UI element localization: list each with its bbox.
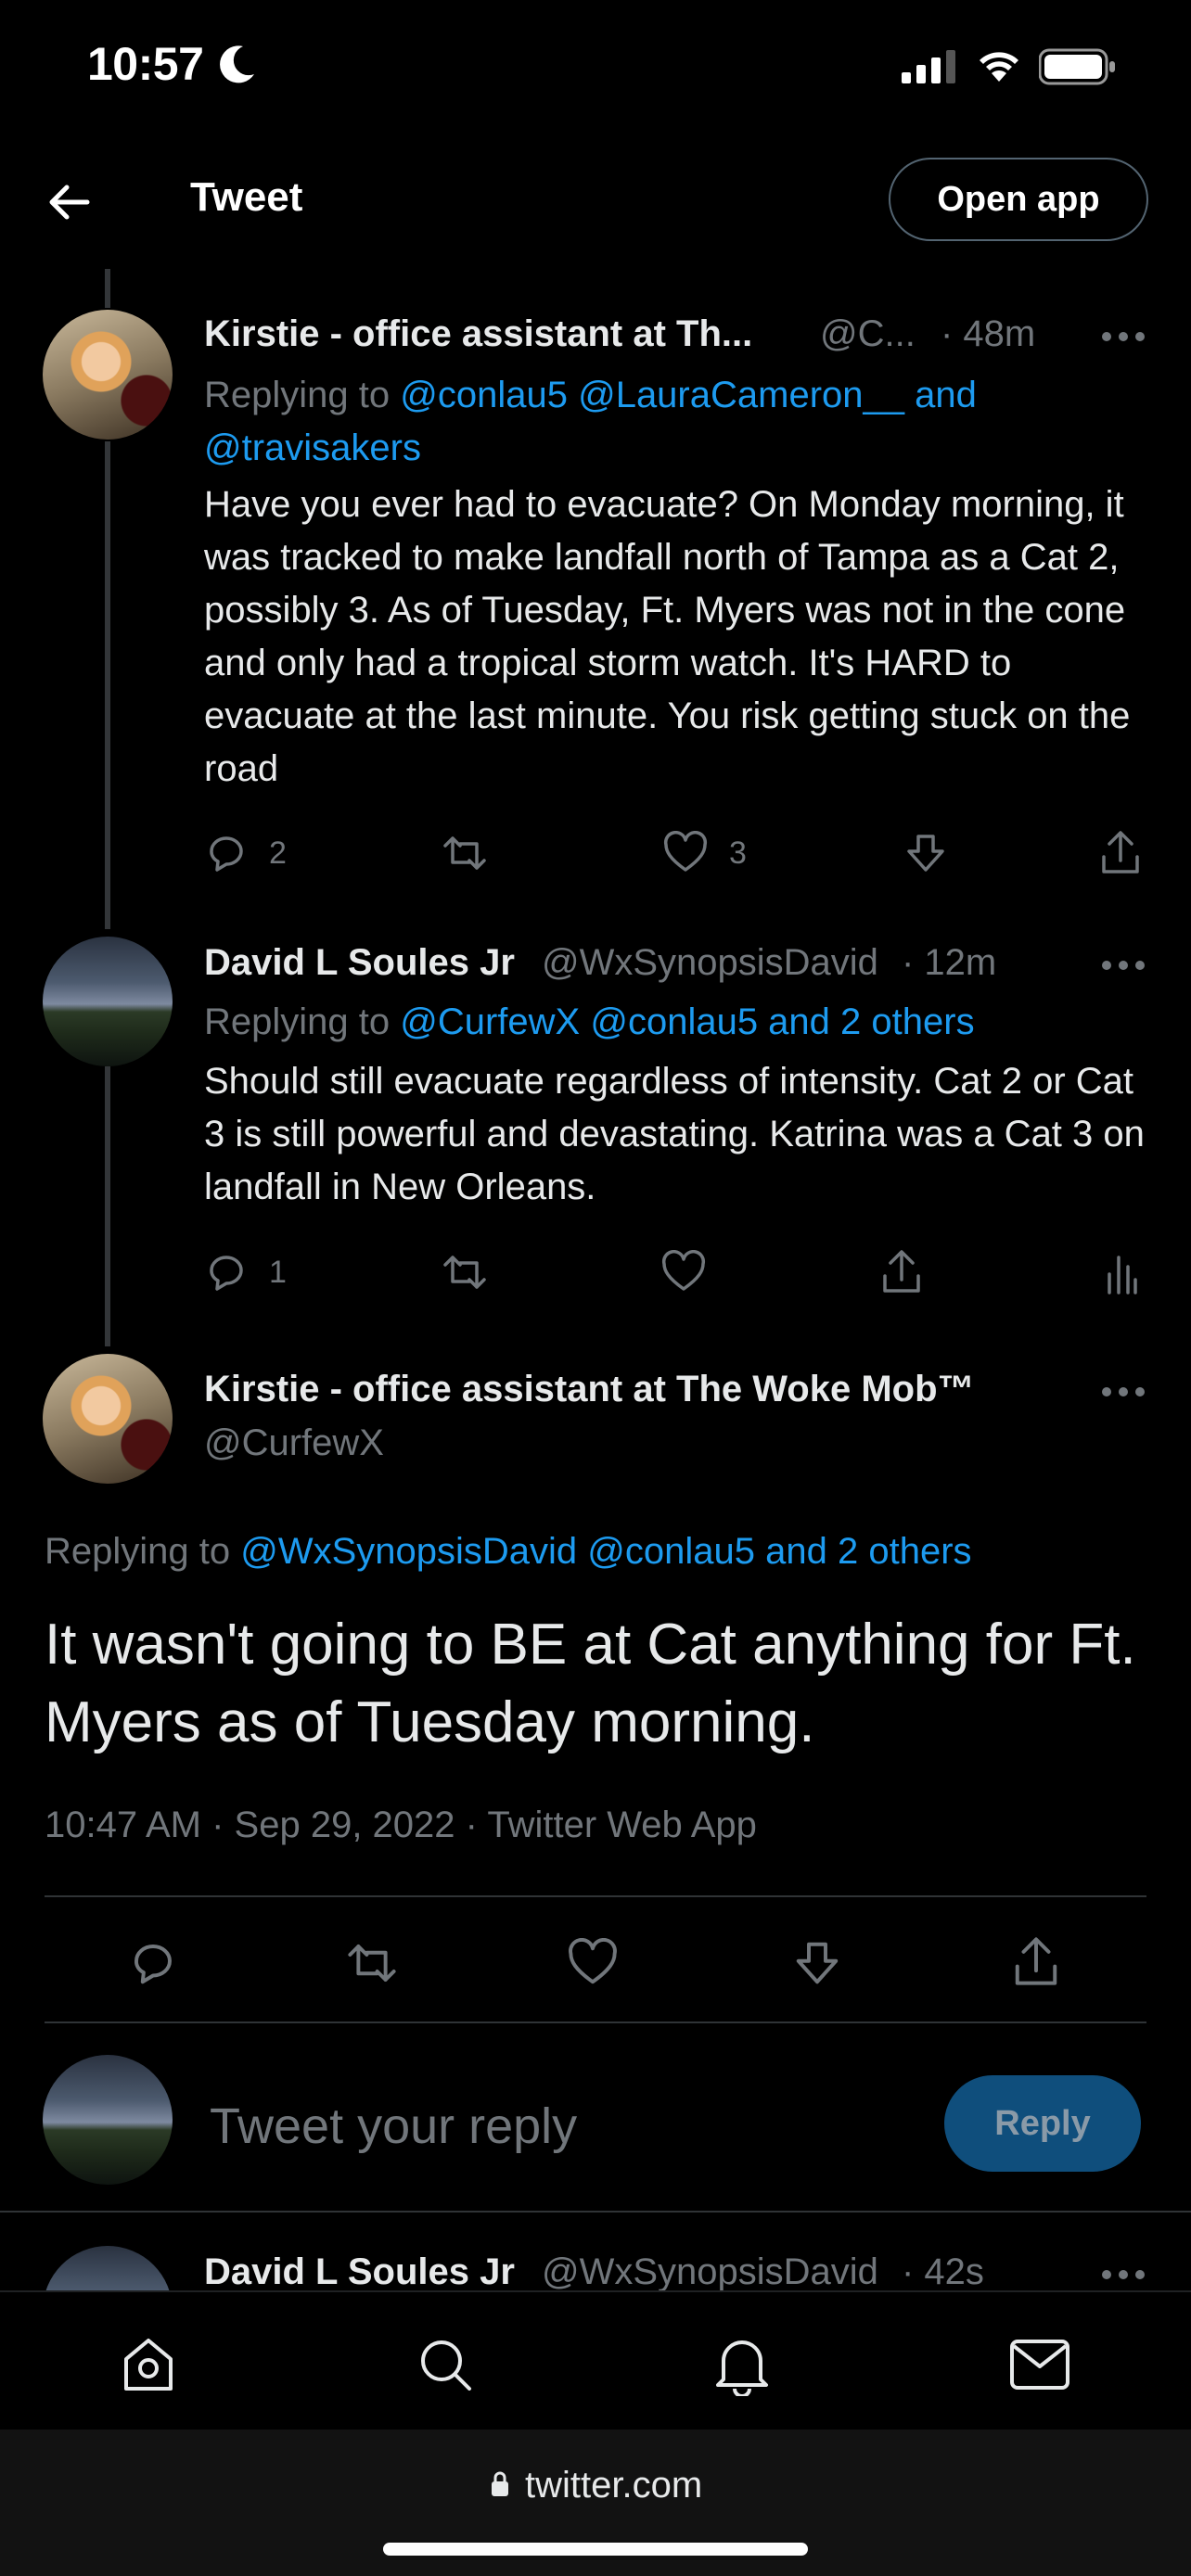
retweet-icon [443, 1256, 486, 1289]
thread-line [105, 1066, 110, 1346]
share-icon[interactable] [879, 1248, 924, 1294]
avatar [43, 2055, 173, 2185]
replying-to-handles[interactable]: @travisakers [204, 427, 421, 468]
tweet-author-handle[interactable]: @C... [820, 313, 916, 355]
replying-to-handles[interactable]: @CurfewX @conlau5 and 2 others [400, 1001, 974, 1042]
tweet-author-handle[interactable]: @WxSynopsisDavid [542, 2251, 878, 2293]
tweet-author-name[interactable]: Kirstie - office assistant at Th... [204, 313, 807, 355]
divider [45, 2021, 1146, 2023]
open-app-button[interactable]: Open app [889, 158, 1148, 241]
retweet-icon [443, 836, 486, 870]
messages-envelope-icon[interactable] [1009, 2339, 1070, 2391]
moon-icon [220, 45, 254, 83]
retweet-icon[interactable] [343, 1938, 401, 1988]
replying-to-handles[interactable]: @conlau5 @LauraCameron__ and [400, 375, 977, 415]
reply-count: 2 [269, 835, 287, 871]
status-time: 10:57 [87, 38, 204, 90]
wifi-icon [980, 52, 1018, 82]
reply-count: 1 [269, 1254, 287, 1290]
main-tweet-text: It wasn't going to BE at Cat anything fo… [45, 1613, 1136, 1754]
tweet-author-name[interactable]: David L Soules Jr [204, 942, 515, 984]
main-tweet-author-handle[interactable]: @CurfewX [204, 1422, 384, 1464]
search-icon[interactable] [416, 2335, 475, 2394]
tweet-author-handle[interactable]: @WxSynopsisDavid [542, 942, 878, 984]
thread-line [105, 441, 110, 929]
retweet-action[interactable] [440, 831, 490, 875]
more-options-icon[interactable] [1100, 330, 1146, 343]
more-options-icon[interactable] [1100, 1385, 1146, 1398]
heart-icon[interactable] [660, 1250, 707, 1294]
tweet-time[interactable]: · 48m [941, 313, 1035, 355]
cellular-signal-icon [902, 50, 955, 83]
retweet-action[interactable] [440, 1250, 490, 1294]
reply-action[interactable]: 2 [204, 831, 287, 875]
downvote-icon[interactable] [903, 831, 948, 875]
tweet-timestamp[interactable]: 10:47 AM · Sep 29, 2022 · Twitter Web Ap… [45, 1804, 757, 1846]
reply-input[interactable]: Tweet your reply [210, 2098, 577, 2155]
replying-to: Replying to @CurfewX @conlau5 and 2 othe… [204, 996, 1150, 1049]
replying-to-label: Replying to [204, 375, 391, 415]
battery-icon [1039, 48, 1115, 85]
avatar[interactable] [43, 1354, 173, 1484]
thread-line [105, 269, 110, 308]
more-options-icon[interactable] [1100, 959, 1146, 972]
avatar[interactable] [43, 310, 173, 440]
share-icon[interactable] [1098, 829, 1143, 875]
reply-icon [210, 1256, 243, 1291]
home-icon[interactable] [119, 2335, 178, 2394]
reply-action[interactable]: 1 [204, 1250, 287, 1294]
avatar[interactable] [43, 937, 173, 1066]
replying-to-handles[interactable]: @WxSynopsisDavid @conlau5 and 2 others [240, 1531, 971, 1572]
like-count: 3 [729, 835, 747, 871]
divider [0, 2211, 1191, 2213]
reply-button[interactable]: Reply [944, 2075, 1141, 2172]
analytics-icon[interactable] [1106, 1250, 1137, 1294]
heart-icon [663, 831, 708, 872]
tweet-time[interactable]: · 12m [902, 942, 996, 984]
notifications-bell-icon[interactable] [712, 2333, 772, 2396]
tweet-author-name[interactable]: David L Soules Jr [204, 2251, 515, 2293]
tweet-time[interactable]: · 42s [902, 2251, 984, 2293]
main-tweet-author-name[interactable]: Kirstie - office assistant at The Woke M… [204, 1369, 975, 1410]
home-indicator [383, 2543, 808, 2556]
tweet-text: Should still evacuate regardless of inte… [204, 1061, 1145, 1207]
browser-url[interactable]: twitter.com [525, 2465, 702, 2506]
divider [45, 1895, 1146, 1897]
replying-to-label: Replying to [45, 1531, 231, 1572]
replying-to: Replying to @WxSynopsisDavid @conlau5 an… [45, 1525, 1148, 1578]
reply-icon [210, 836, 243, 872]
like-action[interactable]: 3 [662, 831, 747, 875]
back-arrow-icon[interactable] [43, 176, 95, 228]
page-title: Tweet [190, 174, 303, 220]
tweet-text: Have you ever had to evacuate? On Monday… [204, 484, 1131, 789]
replying-to-label: Replying to [204, 1001, 391, 1042]
downvote-icon[interactable] [792, 1938, 842, 1988]
lock-icon [492, 2471, 508, 2496]
bottom-nav [0, 2290, 1191, 2429]
heart-icon[interactable] [566, 1938, 620, 1988]
reply-icon[interactable] [128, 1938, 178, 1988]
more-options-icon[interactable] [1100, 2268, 1146, 2281]
share-icon[interactable] [1011, 1934, 1061, 1988]
replying-to: Replying to @conlau5 @LauraCameron__ and… [204, 369, 1150, 475]
